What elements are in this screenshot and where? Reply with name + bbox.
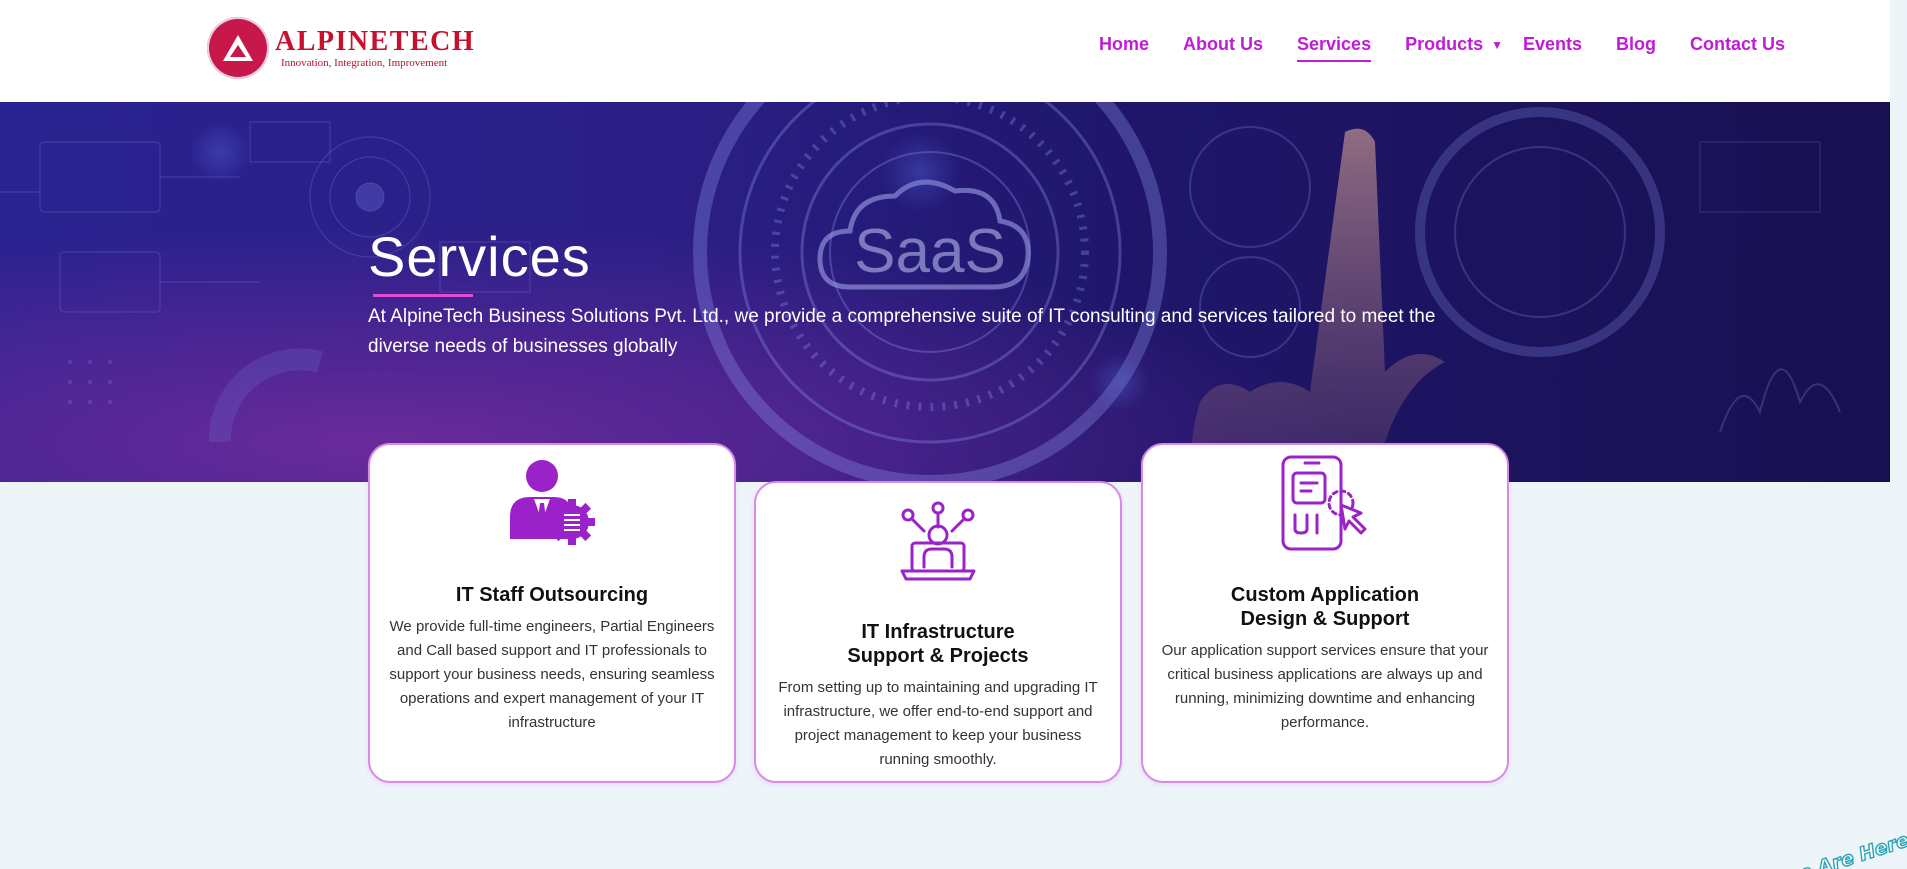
card-description: Our application support services ensure … (1161, 642, 1489, 731)
nav-item-products-label: Products (1405, 34, 1484, 54)
nav-item-events[interactable]: Events (1523, 34, 1582, 55)
card-title-line2: Support & Projects (847, 645, 1029, 667)
nav-item-contact-us[interactable]: Contact Us (1690, 34, 1785, 55)
badge-text: e Are Here! (1796, 826, 1907, 869)
nav-item-services[interactable]: Services (1297, 34, 1372, 62)
nav-item-products[interactable]: Products ▼ (1405, 34, 1503, 55)
site-header: ALPINETECH Innovation, Integration, Impr… (0, 0, 1890, 102)
card-title-line1: Custom Application (1230, 584, 1420, 606)
hero-banner: SaaS Services At AlpineTech Business Sol… (0, 102, 1890, 482)
hero-description: At AlpineTech Business Solutions Pvt. Lt… (368, 306, 1436, 357)
brand-name: ALPINETECH (275, 26, 476, 57)
service-card-it-infrastructure[interactable]: IT Infrastructure Support & Projects Fro… (754, 481, 1122, 783)
caret-down-icon: ▼ (1491, 38, 1503, 52)
card-description: From setting up to maintaining and upgra… (778, 679, 1098, 768)
laptop-network-icon (898, 501, 978, 586)
hero-background-graphic: SaaS (0, 102, 1841, 482)
main-nav: Home About Us Services Products ▼ Events … (1099, 34, 1785, 62)
saas-background-text: SaaS (854, 217, 1006, 286)
service-card-it-staff-outsourcing[interactable]: IT Staff Outsourcing We provide full-tim… (368, 443, 736, 783)
service-card-custom-application[interactable]: Custom Application Design & Support Our … (1141, 443, 1509, 783)
brand-tagline: Innovation, Integration, Improvement (281, 57, 448, 69)
logo[interactable]: ALPINETECH Innovation, Integration, Impr… (207, 17, 475, 79)
nav-item-about-us[interactable]: About Us (1183, 34, 1263, 55)
card-title-line1: IT Infrastructure (861, 621, 1015, 643)
mobile-ui-icon (1277, 453, 1373, 558)
card-title: IT Staff Outsourcing (455, 584, 649, 606)
nav-item-home[interactable]: Home (1099, 34, 1149, 55)
nav-item-blog[interactable]: Blog (1616, 34, 1656, 55)
we-are-here-badge[interactable]: e Are Here! (1790, 825, 1907, 869)
card-description: We provide full-time engineers, Partial … (389, 618, 715, 731)
card-title-line2: Design & Support (1240, 608, 1410, 630)
page-title: Services (368, 225, 591, 288)
staff-gear-icon (506, 459, 598, 550)
logo-triangle-icon (207, 17, 269, 79)
title-underline (373, 294, 473, 297)
